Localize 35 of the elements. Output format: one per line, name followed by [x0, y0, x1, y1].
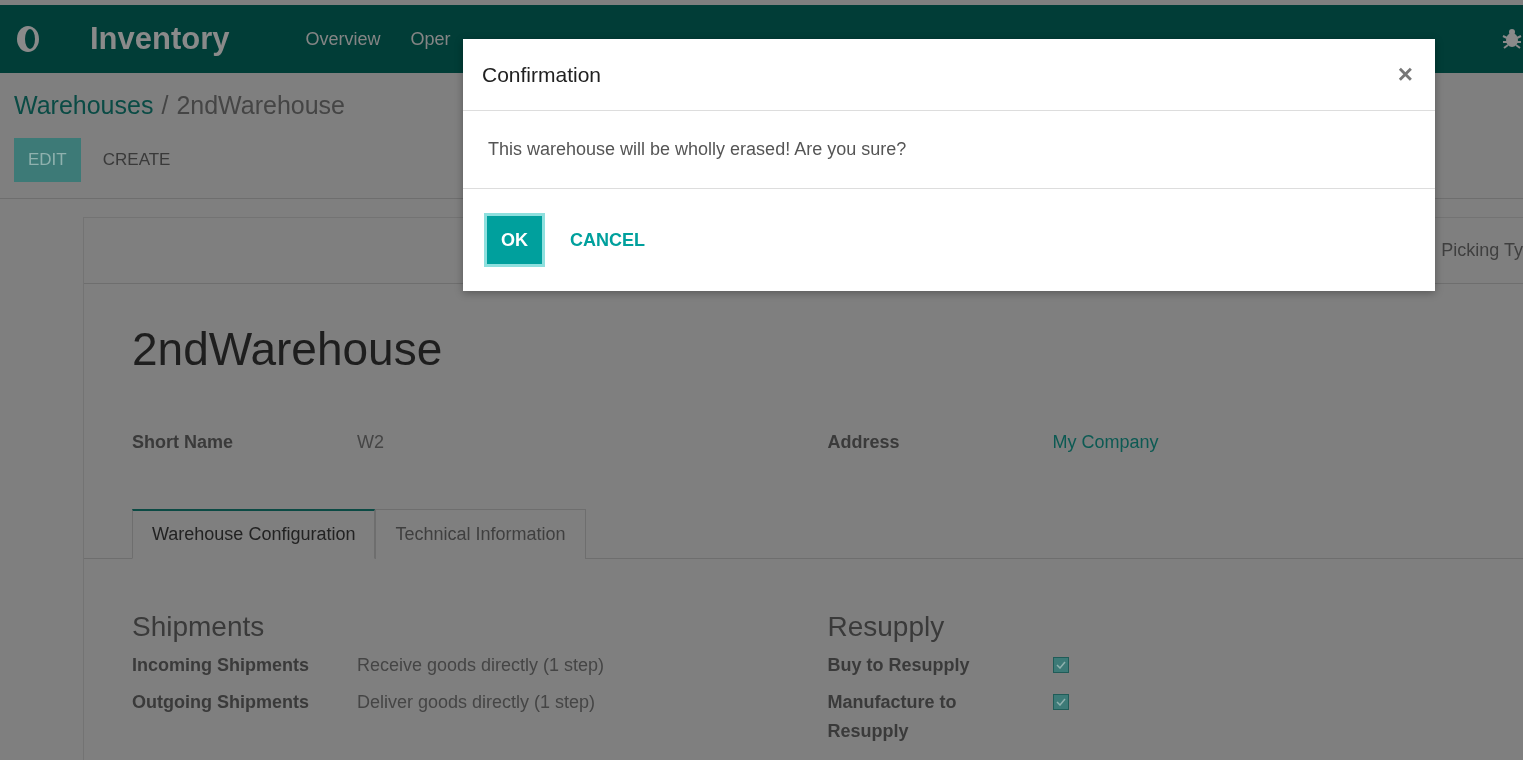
create-button[interactable]: CREATE: [88, 138, 185, 182]
dialog-message: This warehouse will be wholly erased! Are you sure?: [488, 139, 907, 160]
record-title: 2ndWarehouse: [131, 322, 444, 376]
checkbox[interactable]: [1052, 657, 1069, 673]
edit-button[interactable]: EDIT: [14, 138, 81, 182]
field-label: Address: [827, 432, 901, 453]
menu-item[interactable]: Overview: [305, 28, 381, 50]
field-label: Manufacture to Resupply: [827, 691, 958, 743]
check-icon: [1055, 661, 1066, 669]
bug-icon[interactable]: [1501, 27, 1523, 49]
field-value: Deliver goods directly (1 step): [357, 691, 596, 714]
breadcrumb-current: 2ndWarehouse: [176, 91, 345, 120]
close-button[interactable]: ×: [1391, 58, 1419, 91]
field-label: Incoming Shipments: [132, 654, 310, 677]
app-title: Inventory: [90, 21, 230, 57]
breadcrumb-link[interactable]: Warehouses: [14, 91, 154, 120]
app-logo-icon[interactable]: [14, 25, 42, 53]
check-icon: [1055, 698, 1066, 706]
field-label: Outgoing Shipments: [132, 691, 310, 714]
section-title: Shipments: [132, 611, 266, 643]
breadcrumb-separator: /: [161, 91, 169, 120]
tab[interactable]: Technical Information: [375, 509, 586, 559]
menu-item[interactable]: Oper: [410, 28, 451, 50]
checkbox[interactable]: [1052, 694, 1069, 710]
field-value: W2: [357, 432, 384, 453]
tab[interactable]: Warehouse Configuration: [132, 509, 376, 559]
field-label: Buy to Resupply: [827, 654, 971, 677]
dialog-title: Confirmation: [482, 62, 602, 87]
ok-button[interactable]: OK: [487, 216, 542, 264]
field-value: Receive goods directly (1 step): [357, 654, 605, 677]
header-button[interactable]: Picking Ty: [1441, 240, 1523, 261]
cancel-button[interactable]: CANCEL: [556, 216, 659, 264]
field-link[interactable]: My Company: [1052, 432, 1159, 453]
field-label: Short Name: [132, 432, 235, 453]
section-title: Resupply: [827, 611, 946, 643]
